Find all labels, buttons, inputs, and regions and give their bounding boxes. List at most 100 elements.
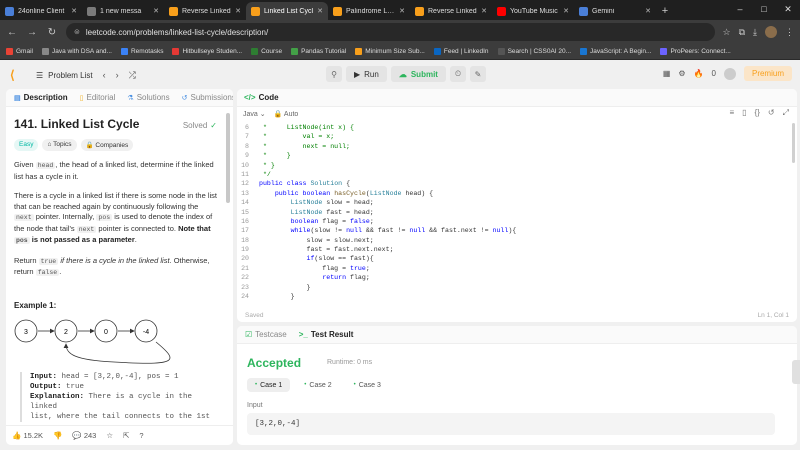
case-tab[interactable]: • Case 1 xyxy=(247,378,291,392)
premium-button[interactable]: Premium xyxy=(743,66,792,81)
run-button[interactable]: ▶ Run xyxy=(346,66,387,82)
settings-icon[interactable]: ⚙ xyxy=(678,69,685,78)
debug-icon[interactable]: ⚲ xyxy=(326,66,342,82)
forward-icon[interactable]: → xyxy=(26,27,38,38)
bookmark-item[interactable]: Hitbullseye Studen... xyxy=(172,48,242,55)
description-scrollbar[interactable] xyxy=(226,113,230,203)
code-line[interactable]: 18 slow = slow.next; xyxy=(237,236,789,245)
code-area[interactable]: 6 * ListNode(int x) {7 * val = x; 8 * nex… xyxy=(237,123,789,301)
fullscreen-icon[interactable]: ⤢ xyxy=(783,108,789,118)
format-icon[interactable]: ≡ xyxy=(729,108,734,118)
bookmark-item[interactable]: Minimum Size Sub... xyxy=(355,48,425,55)
close-tab-icon[interactable]: ✕ xyxy=(399,7,405,15)
close-tab-icon[interactable]: ✕ xyxy=(481,7,487,15)
back-icon[interactable]: ← xyxy=(6,27,18,38)
browser-tab[interactable]: 24online Client ✕ xyxy=(0,2,82,20)
share-icon[interactable]: ⇱ xyxy=(123,431,129,440)
code-line[interactable]: 13 public boolean hasCycle(ListNode head… xyxy=(237,189,789,198)
code-line[interactable]: 12 public class Solution { xyxy=(237,179,789,188)
prev-problem-icon[interactable]: ‹ xyxy=(103,70,106,80)
code-line[interactable]: 17 while(slow != null && fast != null &&… xyxy=(237,226,789,235)
case-tab[interactable]: • Case 2 xyxy=(296,378,339,392)
code-line[interactable]: 22 return flag; xyxy=(237,273,789,282)
tab-testcase[interactable]: ☑ Testcase xyxy=(245,330,287,339)
close-tab-icon[interactable]: ✕ xyxy=(645,7,651,15)
streak-icon[interactable]: 🔥 xyxy=(694,69,704,78)
maximize-icon[interactable]: □ xyxy=(752,0,776,18)
code-line[interactable]: 15 ListNode fast = head; xyxy=(237,208,789,217)
bookmark-icon[interactable]: ▯ xyxy=(742,108,746,118)
code-line[interactable]: 10 * } xyxy=(237,161,789,170)
code-line[interactable]: 8 * next = null; xyxy=(237,142,789,151)
submit-button[interactable]: ☁ Submit xyxy=(390,66,446,82)
help-icon[interactable]: ? xyxy=(139,431,143,440)
timer-icon[interactable]: ⏲ xyxy=(449,66,466,82)
minimize-icon[interactable]: – xyxy=(728,0,752,18)
tab-solutions[interactable]: ⚗ Solutions xyxy=(127,93,169,102)
bookmark-item[interactable]: Pandas Tutorial xyxy=(291,48,346,55)
browser-tab[interactable]: Reverse Linked ✕ xyxy=(410,2,492,20)
problem-list-nav[interactable]: ☰ Problem List xyxy=(36,71,93,80)
close-tab-icon[interactable]: ✕ xyxy=(563,7,569,15)
tab-test-result[interactable]: >_ Test Result xyxy=(299,330,354,339)
code-line[interactable]: 16 boolean flag = false; xyxy=(237,217,789,226)
site-info-icon[interactable]: ⊜ xyxy=(74,28,80,36)
braces-icon[interactable]: {} xyxy=(755,108,760,118)
browser-tab[interactable]: Reverse Linked ✕ xyxy=(164,2,246,20)
code-line[interactable]: 7 * val = x; xyxy=(237,132,789,141)
code-line[interactable]: 6 * ListNode(int x) { xyxy=(237,123,789,132)
code-scrollbar[interactable] xyxy=(792,123,795,163)
bookmark-item[interactable]: Gmail xyxy=(6,48,33,55)
tab-submissions[interactable]: ↺ Submissions xyxy=(182,93,233,102)
layout-icon[interactable]: ▦ xyxy=(663,69,671,78)
menu-icon[interactable]: ⋮ xyxy=(785,27,794,38)
companies-chip[interactable]: 🔒 Companies xyxy=(80,139,134,151)
comments-button[interactable]: 💬 243 xyxy=(72,431,96,440)
bookmark-item[interactable]: Search | CSS0AI 20... xyxy=(497,48,571,55)
code-line[interactable]: 11 */ xyxy=(237,170,789,179)
side-panel-handle[interactable] xyxy=(792,360,800,384)
browser-tab[interactable]: Gemini ✕ xyxy=(574,2,656,20)
bookmark-item[interactable]: Remotasks xyxy=(120,48,163,55)
like-button[interactable]: 👍 15.2K xyxy=(12,431,43,440)
leetcode-logo[interactable]: ⟨ xyxy=(10,68,24,82)
bookmark-star-icon[interactable]: ☆ xyxy=(723,27,731,38)
bookmark-item[interactable]: Course xyxy=(251,48,282,55)
star-icon[interactable]: ☆ xyxy=(106,431,113,440)
bookmark-item[interactable]: JavaScript: A Begin... xyxy=(580,48,651,55)
code-line[interactable]: 14 ListNode slow = head; xyxy=(237,198,789,207)
close-tab-icon[interactable]: ✕ xyxy=(317,7,323,15)
code-line[interactable]: 9 * } xyxy=(237,151,789,160)
bookmark-item[interactable]: Java with DSA and... xyxy=(41,48,112,55)
close-tab-icon[interactable]: ✕ xyxy=(153,7,159,15)
auto-toggle[interactable]: 🔒 Auto xyxy=(274,110,299,118)
notes-icon[interactable]: ✎ xyxy=(469,66,486,82)
next-problem-icon[interactable]: › xyxy=(116,70,119,80)
code-line[interactable]: 24 } xyxy=(237,292,789,301)
browser-tab[interactable]: YouTube Music ✕ xyxy=(492,2,574,20)
code-line[interactable]: 19 fast = fast.next.next; xyxy=(237,245,789,254)
extensions-icon[interactable]: ⧉ xyxy=(739,27,745,38)
bookmark-item[interactable]: Feed | LinkedIn xyxy=(433,48,489,55)
close-window-icon[interactable]: ✕ xyxy=(776,0,800,18)
dislike-icon[interactable]: 👎 xyxy=(53,431,62,440)
code-line[interactable]: 23 } xyxy=(237,283,789,292)
code-line[interactable]: 20 if(slow == fast){ xyxy=(237,254,789,263)
profile-avatar[interactable] xyxy=(765,26,777,38)
browser-tab[interactable]: Palindrome Link ✕ xyxy=(328,2,410,20)
code-tab[interactable]: </> Code xyxy=(237,89,797,107)
user-avatar[interactable] xyxy=(723,67,736,80)
case-tab[interactable]: • Case 3 xyxy=(346,378,389,392)
tab-editorial[interactable]: ▯ Editorial xyxy=(80,93,116,102)
bookmark-item[interactable]: ProPeers: Connect... xyxy=(660,48,731,55)
new-tab-button[interactable]: + xyxy=(656,5,674,17)
language-select[interactable]: Java ⌄ xyxy=(243,110,266,118)
topics-chip[interactable]: ⌂ Topics xyxy=(42,139,77,151)
shuffle-icon[interactable]: ⤮ xyxy=(129,70,136,81)
close-tab-icon[interactable]: ✕ xyxy=(71,7,77,15)
reset-icon[interactable]: ↺ xyxy=(768,108,775,118)
url-input[interactable]: ⊜ leetcode.com/problems/linked-list-cycl… xyxy=(66,23,715,41)
downloads-icon[interactable]: ⤓ xyxy=(753,27,757,38)
close-tab-icon[interactable]: ✕ xyxy=(235,7,241,15)
browser-tab[interactable]: 1 new messa ✕ xyxy=(82,2,164,20)
